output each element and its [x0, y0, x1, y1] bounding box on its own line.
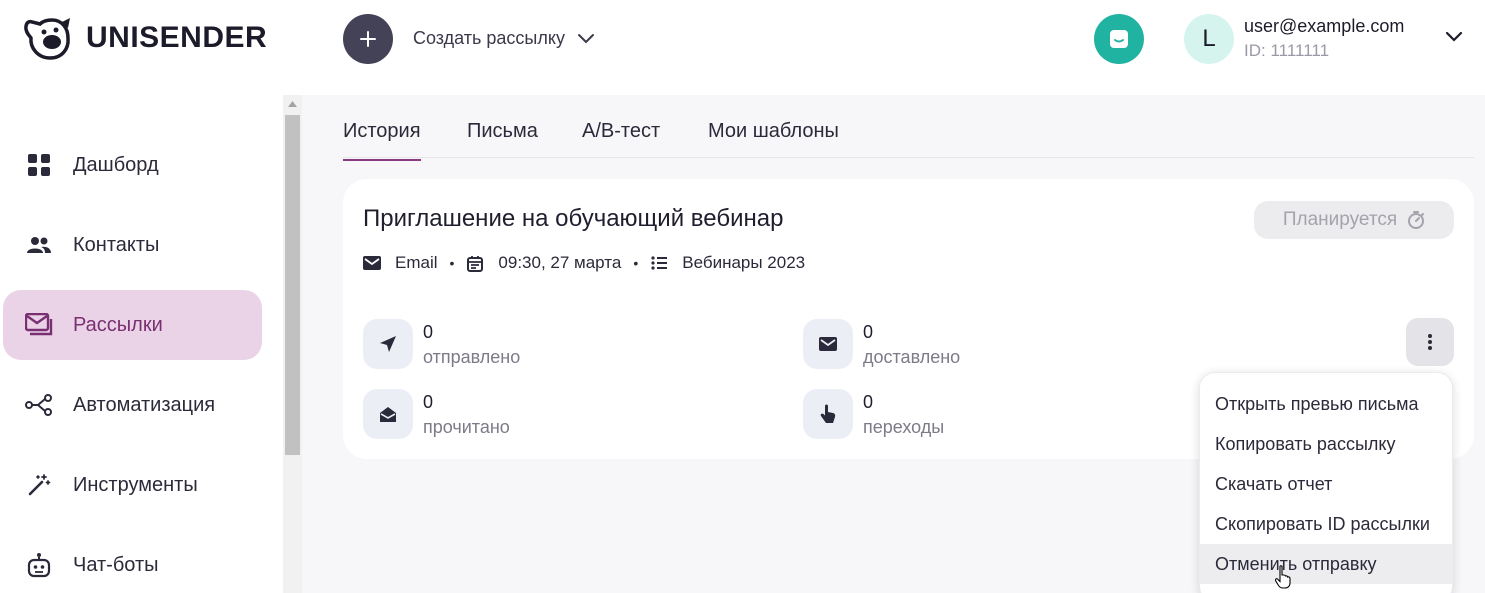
- calendar-icon: [466, 254, 484, 272]
- separator-dot: •: [633, 255, 639, 271]
- campaigns-icon: [25, 311, 53, 339]
- sidebar-item-label: Автоматизация: [73, 393, 216, 416]
- campaign-datetime: 09:30, 27 марта: [498, 253, 622, 272]
- sidebar-item-label: Чат-боты: [73, 553, 159, 576]
- sidebar-item-label: Рассылки: [73, 313, 163, 336]
- dog-logo-icon: [24, 18, 70, 60]
- hand-cursor-icon: [1274, 565, 1291, 589]
- sidebar-item-automation[interactable]: Автоматизация: [3, 370, 262, 440]
- stopwatch-icon: [1408, 211, 1425, 229]
- stat-clicks: 0 переходы: [803, 389, 1103, 439]
- stat-value: 0: [423, 392, 434, 412]
- plus-icon: [360, 31, 376, 47]
- stat-sent: 0 отправлено: [363, 319, 663, 369]
- sidebar-item-campaigns[interactable]: Рассылки: [3, 290, 262, 360]
- sidebar-item-dashboard[interactable]: Дашборд: [3, 130, 262, 200]
- brand-name: UNISENDER: [86, 21, 268, 54]
- stat-label: доставлено: [863, 347, 961, 367]
- dashboard-icon: [25, 151, 53, 179]
- top-header: UNISENDER Создать рассылку L user@exampl…: [0, 0, 1485, 80]
- send-icon: [363, 319, 413, 369]
- tab-my-templates[interactable]: Мои шаблоны: [708, 120, 839, 159]
- list-icon: [650, 254, 668, 272]
- tab-letters[interactable]: Письма: [467, 120, 538, 159]
- menu-item-cancel-send[interactable]: Отменить отправку: [1200, 544, 1452, 584]
- envelope-icon: [363, 254, 381, 272]
- campaign-list[interactable]: Вебинары 2023: [682, 253, 805, 273]
- actions-dropdown-menu: Открыть превью письма Копировать рассылк…: [1199, 372, 1453, 593]
- automation-icon: [25, 391, 53, 419]
- sidebar-item-contacts[interactable]: Контакты: [3, 210, 262, 280]
- envelope-icon: [803, 319, 853, 369]
- stat-label: переходы: [863, 417, 945, 437]
- create-campaign-button[interactable]: [343, 14, 393, 64]
- magic-wand-icon: [25, 471, 53, 499]
- account-menu-chevron-icon[interactable]: [1444, 30, 1464, 44]
- support-chat-button[interactable]: [1094, 14, 1144, 64]
- menu-item-copy-id[interactable]: Скопировать ID рассылки: [1200, 504, 1452, 544]
- click-hand-icon: [803, 389, 853, 439]
- sidebar-item-label: Контакты: [73, 233, 160, 256]
- campaign-tabs: История Письма A/B-тест Мои шаблоны: [343, 95, 1474, 161]
- sidebar-item-label: Дашборд: [73, 153, 159, 176]
- chat-icon: [1110, 30, 1128, 48]
- more-actions-button[interactable]: [1406, 318, 1454, 366]
- tab-history[interactable]: История: [343, 120, 421, 161]
- separator-dot: •: [449, 255, 455, 271]
- sidebar: Дашборд Контакты Рассылки Автоматизация …: [0, 80, 283, 593]
- user-email[interactable]: user@example.com: [1244, 16, 1404, 37]
- chevron-down-icon: [577, 33, 594, 43]
- sidebar-item-tools[interactable]: Инструменты: [3, 450, 262, 520]
- stat-label: прочитано: [423, 417, 510, 437]
- tab-ab-test[interactable]: A/B-тест: [582, 120, 660, 159]
- sidebar-scrollbar[interactable]: [283, 95, 302, 593]
- contacts-icon: [25, 231, 53, 259]
- open-envelope-icon: [363, 389, 413, 439]
- status-badge: Планируется: [1254, 201, 1454, 239]
- stat-opened: 0 прочитано: [363, 389, 663, 439]
- campaign-meta: Email • 09:30, 27 марта • Вебинары 2023: [363, 253, 805, 273]
- menu-item-download-report[interactable]: Скачать отчет: [1200, 464, 1452, 504]
- scrollbar-thumb[interactable]: [285, 115, 300, 455]
- user-id: ID: 1111111: [1244, 41, 1330, 60]
- campaign-title[interactable]: Приглашение на обучающий вебинар: [363, 205, 783, 233]
- stat-delivered: 0 доставлено: [803, 319, 1103, 369]
- campaign-type: Email: [395, 253, 438, 272]
- menu-item-copy-campaign[interactable]: Копировать рассылку: [1200, 424, 1452, 464]
- stat-label: отправлено: [423, 347, 521, 367]
- menu-item-preview[interactable]: Открыть превью письма: [1200, 384, 1452, 424]
- chatbot-icon: [25, 551, 53, 579]
- stat-value: 0: [863, 322, 874, 342]
- sidebar-item-chatbots[interactable]: Чат-боты: [3, 530, 262, 593]
- stat-value: 0: [423, 322, 434, 342]
- avatar[interactable]: L: [1184, 14, 1234, 64]
- stat-value: 0: [863, 392, 874, 412]
- scroll-up-arrow-icon[interactable]: [283, 95, 302, 113]
- sidebar-item-label: Инструменты: [73, 473, 198, 496]
- kebab-menu-icon: [1428, 334, 1432, 350]
- create-campaign-dropdown[interactable]: Создать рассылку: [413, 28, 595, 49]
- brand-logo[interactable]: UNISENDER: [22, 14, 267, 62]
- create-campaign-label: Создать рассылку: [413, 28, 565, 48]
- status-label: Планируется: [1282, 209, 1398, 230]
